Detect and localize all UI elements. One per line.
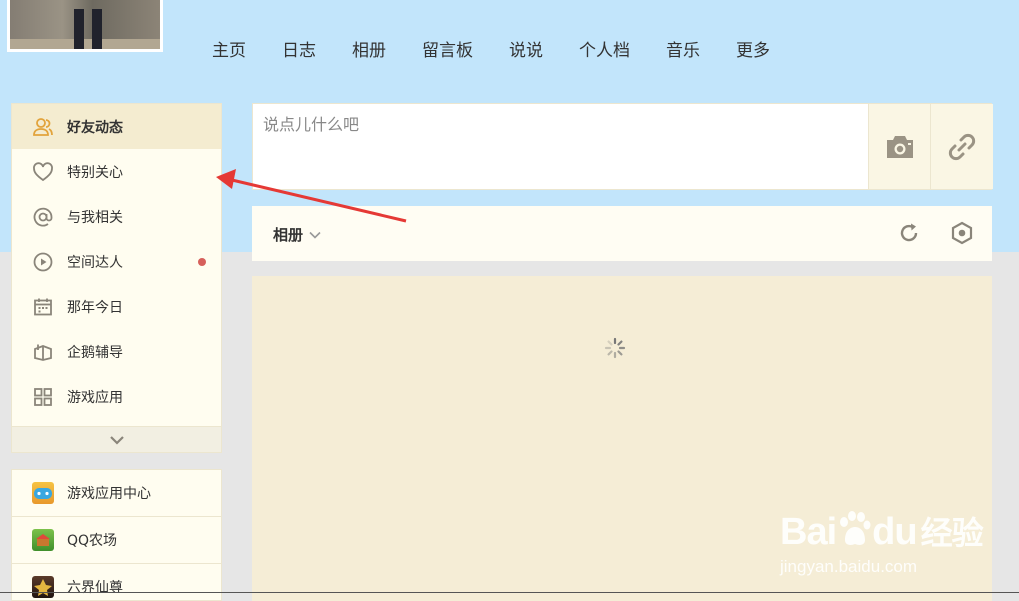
link-icon bbox=[948, 133, 976, 160]
at-icon bbox=[32, 206, 54, 228]
add-link-button[interactable] bbox=[930, 104, 993, 189]
feed-header: 相册 bbox=[252, 206, 992, 261]
sidebar-item-penguin-tutoring[interactable]: 企鹅辅导 bbox=[12, 329, 221, 374]
sidebar-item-related-to-me[interactable]: 与我相关 bbox=[12, 194, 221, 239]
watermark-logo: Bai du 经验 bbox=[780, 511, 984, 553]
add-photo-button[interactable] bbox=[868, 104, 931, 189]
app-item-qq-farm[interactable]: QQ农场 bbox=[12, 517, 221, 564]
feed-settings-button[interactable] bbox=[950, 221, 974, 245]
nav-item-home[interactable]: 主页 bbox=[194, 36, 264, 61]
nav-item-profile[interactable]: 个人档 bbox=[561, 36, 648, 61]
settings-hexagon-icon bbox=[951, 221, 973, 245]
sidebar-item-on-this-day[interactable]: 那年今日 bbox=[12, 284, 221, 329]
bottom-divider bbox=[0, 592, 1019, 593]
sidebar-item-game-apps[interactable]: 游戏应用 bbox=[12, 374, 221, 419]
sidebar-item-space-expert[interactable]: 空间达人 bbox=[12, 239, 221, 284]
apps-grid-icon bbox=[32, 386, 54, 408]
nav-item-more[interactable]: 更多 bbox=[718, 36, 788, 61]
sidebar-item-label: 特别关心 bbox=[67, 164, 123, 181]
app-item-label: QQ农场 bbox=[67, 533, 118, 549]
friends-icon bbox=[32, 116, 54, 138]
status-input[interactable] bbox=[253, 104, 805, 189]
refresh-icon bbox=[900, 223, 918, 242]
sidebar-item-label: 那年今日 bbox=[67, 299, 123, 316]
main-nav: 主页 日志 相册 留言板 说说 个人档 音乐 更多 bbox=[194, 36, 788, 61]
game-center-icon bbox=[32, 482, 54, 504]
sidebar-item-label: 企鹅辅导 bbox=[67, 344, 123, 361]
nav-item-message-board[interactable]: 留言板 bbox=[404, 36, 491, 61]
notification-dot bbox=[198, 258, 206, 266]
nav-item-blog[interactable]: 日志 bbox=[264, 36, 334, 61]
chevron-down-icon bbox=[109, 435, 124, 445]
baidu-jingyan-watermark: Bai du 经验 jingyan.baidu.com bbox=[780, 490, 984, 580]
nav-item-album[interactable]: 相册 bbox=[334, 36, 404, 61]
nav-item-music[interactable]: 音乐 bbox=[648, 36, 718, 61]
app-list: 游戏应用中心 QQ农场 六界仙尊 bbox=[11, 469, 222, 601]
refresh-button[interactable] bbox=[897, 221, 921, 245]
sidebar-expand-button[interactable] bbox=[12, 426, 221, 452]
avatar-photo bbox=[10, 0, 160, 49]
app-item-game-center[interactable]: 游戏应用中心 bbox=[12, 470, 221, 517]
sidebar-item-label: 与我相关 bbox=[67, 209, 123, 226]
sidebar-item-label: 游戏应用 bbox=[67, 389, 123, 406]
loading-spinner-icon bbox=[604, 337, 626, 359]
watermark-url: jingyan.baidu.com bbox=[780, 557, 918, 576]
camera-icon bbox=[887, 135, 913, 158]
feed-filter-label: 相册 bbox=[273, 226, 304, 244]
avatar[interactable] bbox=[7, 0, 163, 52]
book-icon bbox=[32, 341, 54, 363]
play-circle-icon bbox=[32, 251, 54, 273]
sidebar-item-label: 好友动态 bbox=[67, 119, 123, 136]
sidebar-item-label: 空间达人 bbox=[67, 254, 123, 271]
sidebar: 好友动态 特别关心 与我相关 空间达人 那年今日 企鹅辅导 游戏应用 bbox=[11, 103, 222, 453]
farm-icon bbox=[32, 529, 54, 551]
nav-item-shuoshuo[interactable]: 说说 bbox=[491, 36, 561, 61]
post-composer bbox=[252, 103, 993, 190]
paw-icon bbox=[840, 511, 871, 545]
app-item-label: 六界仙尊 bbox=[67, 580, 123, 596]
heart-icon bbox=[32, 161, 54, 183]
app-item-liujie-xianzun[interactable]: 六界仙尊 bbox=[12, 564, 221, 600]
sidebar-item-special-care[interactable]: 特别关心 bbox=[12, 149, 221, 194]
calendar-icon bbox=[32, 296, 54, 318]
app-item-label: 游戏应用中心 bbox=[67, 486, 151, 502]
sidebar-item-friends-feed[interactable]: 好友动态 bbox=[12, 104, 221, 149]
feed-filter-dropdown[interactable]: 相册 bbox=[273, 224, 321, 245]
chevron-down-icon bbox=[309, 231, 321, 239]
immortal-game-icon bbox=[32, 576, 54, 598]
